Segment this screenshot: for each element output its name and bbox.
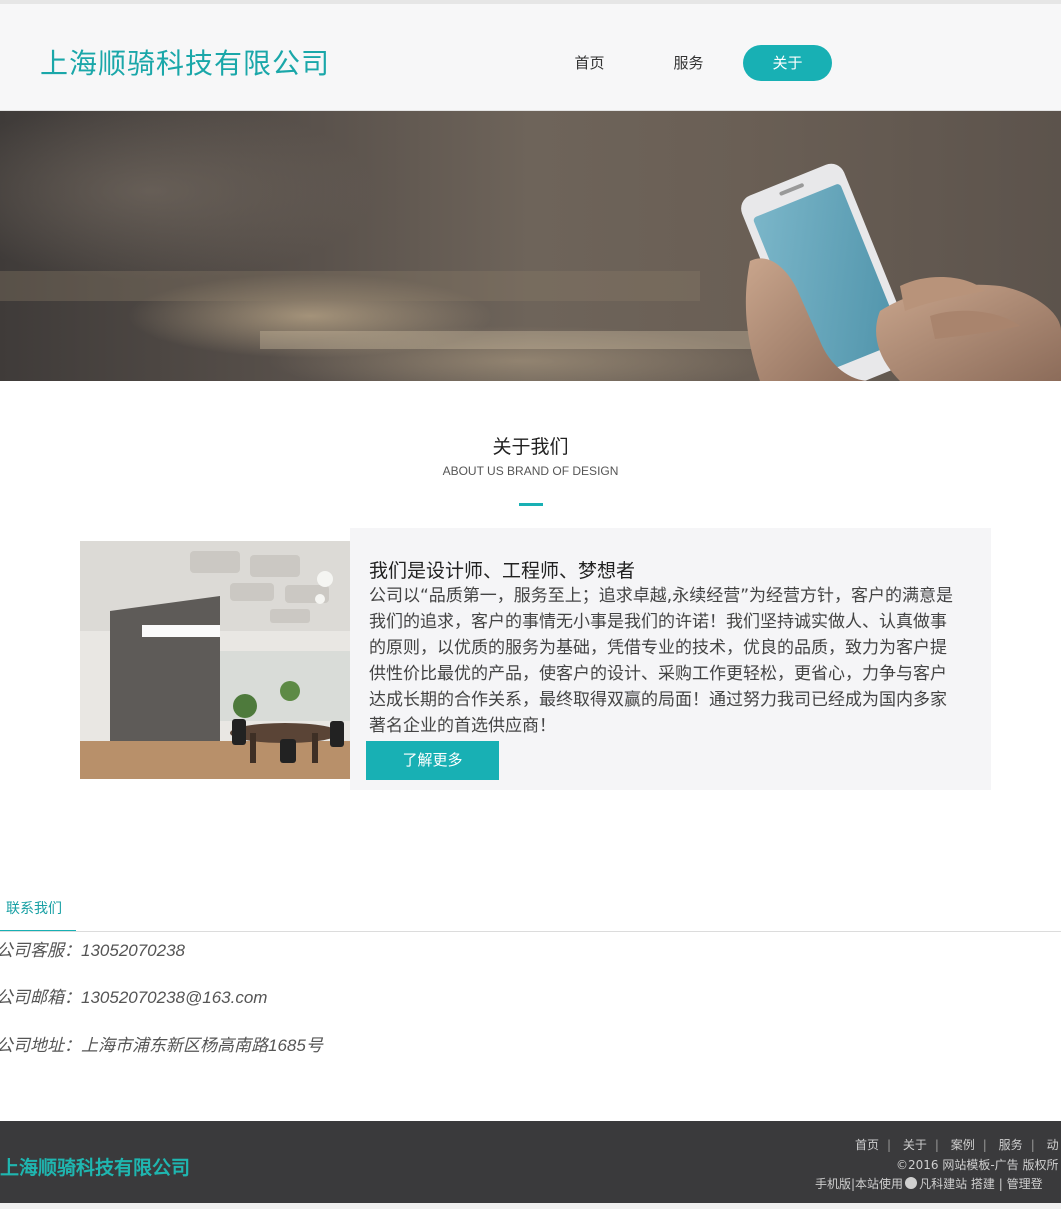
contact-address: 公司地址：上海市浦东新区杨高南路1685号: [0, 1036, 323, 1055]
tab-contact-us[interactable]: 联系我们: [0, 896, 76, 932]
footer-brand[interactable]: 上海顺骑科技有限公司: [0, 1153, 190, 1180]
contact-divider: [0, 931, 1061, 932]
footer-extra-links: 手机版|本站使用 凡科建站 搭建 | 管理登: [815, 1175, 1043, 1192]
footer-link-mobile[interactable]: 手机版: [815, 1177, 851, 1191]
footer-link-admin[interactable]: | 管理登: [999, 1177, 1043, 1191]
hero-banner-image: [0, 111, 1061, 381]
footer-separator: |: [982, 1138, 987, 1152]
nav-item-home[interactable]: 首页: [545, 45, 634, 81]
learn-more-button[interactable]: 了解更多: [366, 741, 499, 780]
footer-nav: 首页 | 关于 | 案例 | 服务 | 动: [855, 1136, 1061, 1153]
footer-separator: |: [1030, 1138, 1035, 1152]
office-illustration: [80, 541, 350, 779]
footer-link-about[interactable]: 关于: [903, 1138, 927, 1152]
footer-copyright: ©2016 网站模板-广告 版权所: [896, 1158, 1059, 1172]
about-card-heading: 我们是设计师、工程师、梦想者: [369, 560, 636, 582]
nav-item-about[interactable]: 关于: [743, 45, 832, 81]
footer-built-prefix: |本站使用: [851, 1177, 904, 1191]
main-nav: 首页 服务 关于: [545, 45, 842, 81]
footer-link-builder[interactable]: 凡科建站: [919, 1177, 967, 1191]
contact-phone: 公司客服：13052070238: [0, 941, 186, 960]
footer-link-home[interactable]: 首页: [855, 1138, 879, 1152]
footer-link-cases[interactable]: 案例: [951, 1138, 975, 1152]
nav-item-services[interactable]: 服务: [644, 45, 733, 81]
footer-separator: |: [934, 1138, 939, 1152]
site-brand[interactable]: 上海顺骑科技有限公司: [40, 42, 330, 82]
footer-link-services[interactable]: 服务: [999, 1138, 1023, 1152]
banner-illustration: [0, 163, 1061, 381]
contact-email: 公司邮箱：13052070238@163.com: [0, 988, 268, 1007]
builder-logo-icon: [905, 1177, 918, 1189]
about-card-text: 公司以“品质第一，服务至上；追求卓越,永续经营”为经营方针，客户的满意是我们的追…: [369, 586, 954, 736]
office-photo: [80, 541, 350, 779]
section-title: 关于我们: [492, 436, 569, 458]
section-subtitle: ABOUT US BRAND OF DESIGN: [442, 464, 619, 478]
title-underline: [519, 503, 543, 506]
site-header: 上海顺骑科技有限公司 首页 服务 关于: [0, 4, 1061, 111]
footer-separator: |: [887, 1138, 892, 1152]
bottom-border: [0, 1203, 1061, 1209]
footer-built-suffix: 搭建: [970, 1177, 995, 1191]
footer-link-news[interactable]: 动: [1047, 1138, 1059, 1152]
